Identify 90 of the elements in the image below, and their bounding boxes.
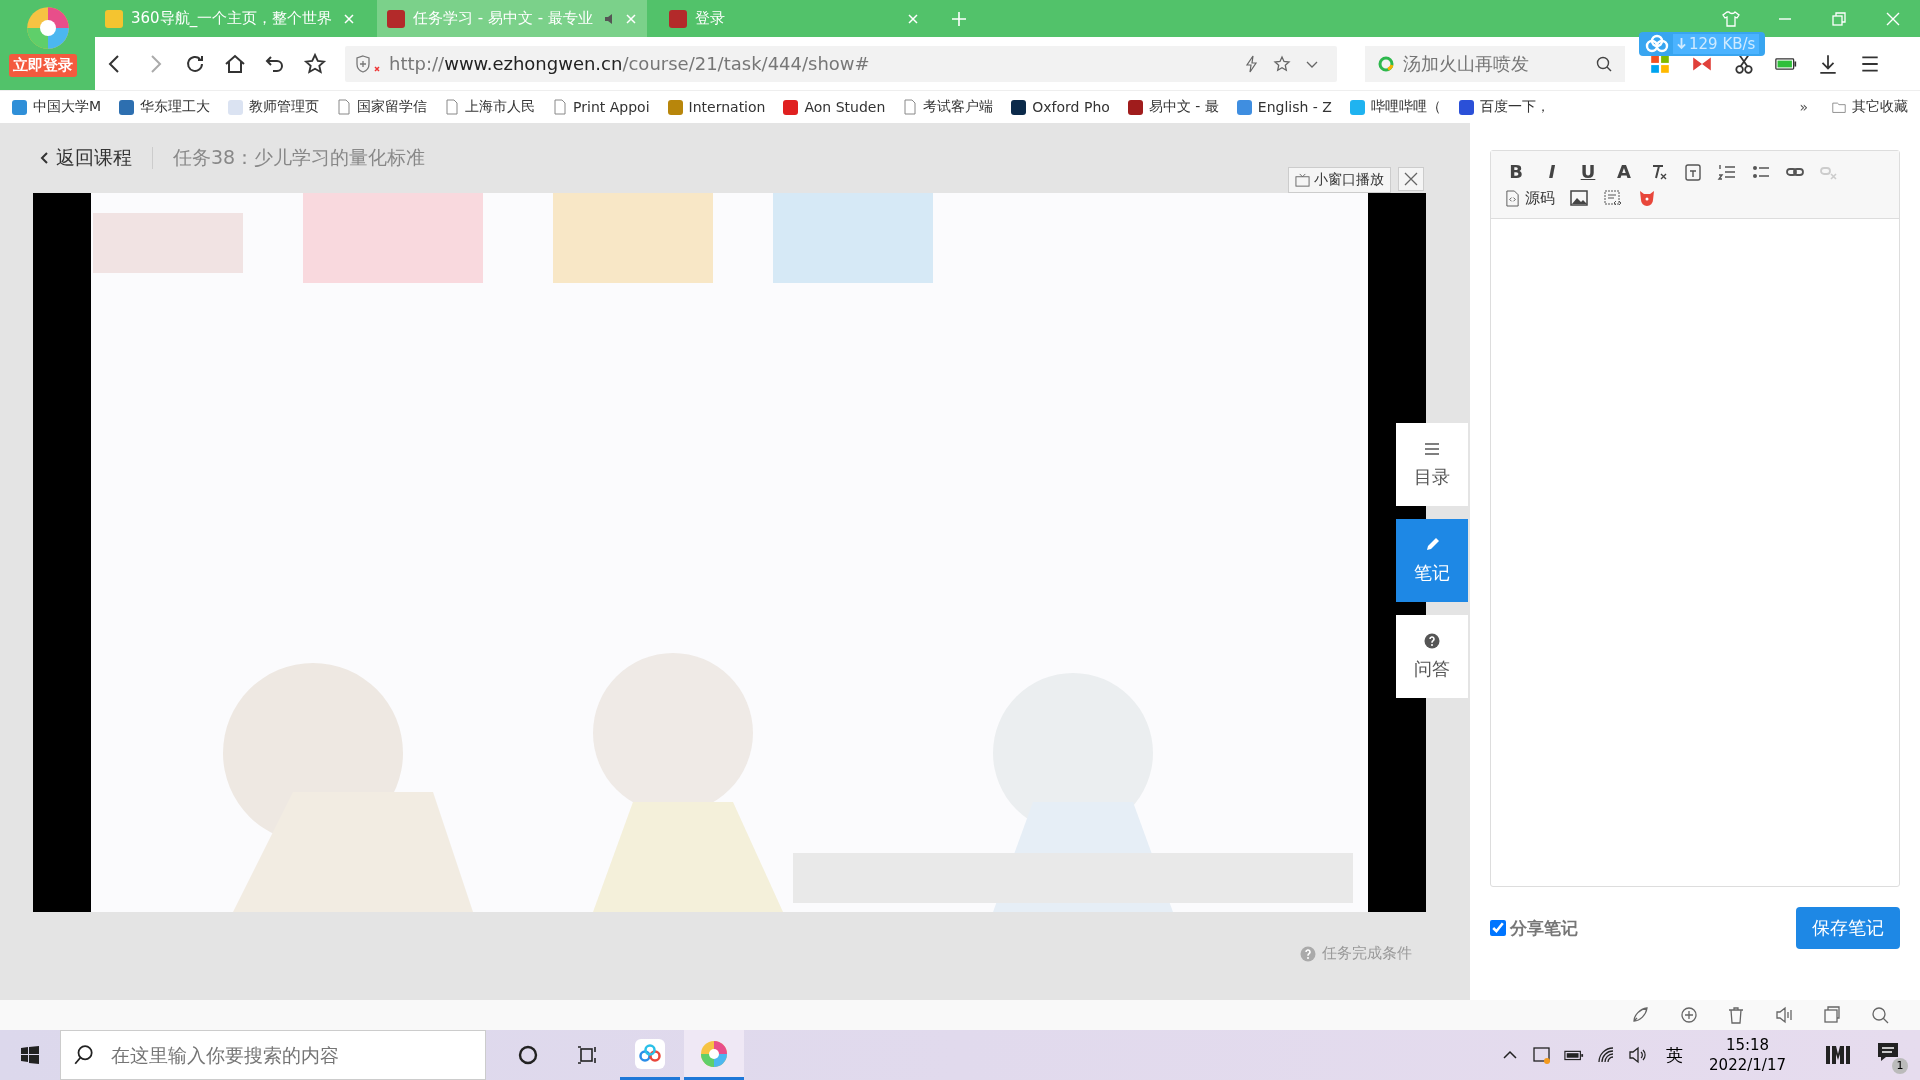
site-icon xyxy=(1127,99,1143,115)
bookmark[interactable]: Oxford Pho xyxy=(1011,99,1110,115)
bookmark-folder[interactable]: 其它收藏 xyxy=(1832,98,1908,116)
close-icon[interactable] xyxy=(1398,167,1424,191)
input-method-indicator[interactable]: 英 xyxy=(1666,1043,1684,1067)
search-icon[interactable] xyxy=(1595,54,1613,73)
bookmark[interactable]: 国家留学信 xyxy=(337,98,428,116)
side-tab[interactable]: 笔记 xyxy=(1396,519,1468,602)
list-icon xyxy=(1424,440,1440,457)
site-icon xyxy=(1458,99,1474,115)
page-icon xyxy=(337,99,352,115)
back-link[interactable]: 返回课程 xyxy=(56,145,132,171)
search-engine-icon xyxy=(1377,54,1395,73)
bookmark[interactable]: Print Appoi xyxy=(553,99,650,115)
search-box[interactable]: 汤加火山再喷发 xyxy=(1365,45,1625,82)
cortana-icon[interactable] xyxy=(516,1043,540,1067)
volume-icon[interactable] xyxy=(1774,1005,1794,1025)
side-tab[interactable]: 问答 xyxy=(1396,615,1468,698)
search-icon xyxy=(73,1044,95,1066)
site-icon xyxy=(1011,99,1027,115)
taskbar-app[interactable] xyxy=(684,1030,744,1080)
page-icon xyxy=(445,99,460,115)
page-icon xyxy=(903,99,918,115)
bookmark[interactable]: 哔哩哔哩（ xyxy=(1349,98,1441,116)
task-title: 任务38：少儿学习的量化标准 xyxy=(173,145,426,170)
sync-icon[interactable] xyxy=(1532,1045,1553,1065)
bookmark[interactable]: 易中文 - 最 xyxy=(1127,98,1219,116)
bookmark[interactable]: 教师管理页 xyxy=(228,98,320,116)
site-icon xyxy=(1236,99,1252,115)
site-icon xyxy=(12,99,27,115)
site-icon xyxy=(669,9,687,28)
search-input[interactable]: 汤加火山再喷发 xyxy=(1401,52,1589,75)
site-icon xyxy=(783,99,799,115)
share-note-checkbox[interactable] xyxy=(1490,920,1506,936)
bookmark[interactable]: English - Z xyxy=(1236,99,1332,115)
bookmark[interactable]: 上海市人民 xyxy=(445,98,536,116)
speaker-icon[interactable] xyxy=(1628,1045,1649,1065)
cloud-app-icon xyxy=(635,1038,665,1069)
more-bookmarks[interactable]: » xyxy=(1799,99,1808,115)
download-speed: 129 KB/s xyxy=(1689,34,1756,53)
format-button[interactable]: B xyxy=(1505,161,1527,182)
question-icon xyxy=(1300,945,1316,962)
chevron-left-icon[interactable] xyxy=(40,151,50,165)
download-icon[interactable] xyxy=(1817,52,1839,75)
bookmark[interactable]: 考试客户端 xyxy=(903,98,994,116)
format-button[interactable]: I xyxy=(1541,161,1563,182)
bookmark[interactable]: Aon Studen xyxy=(783,99,886,115)
windows-start-icon[interactable] xyxy=(20,1045,40,1065)
image-icon[interactable] xyxy=(1569,188,1589,208)
site-icon xyxy=(228,99,244,115)
site-icon xyxy=(667,99,683,115)
save-note-button[interactable]: 保存笔记 xyxy=(1796,907,1900,949)
format-button[interactable]: A xyxy=(1613,161,1635,182)
code-file-icon xyxy=(1505,189,1520,207)
notification-count: 1 xyxy=(1892,1058,1908,1074)
tv-icon xyxy=(1295,172,1310,188)
zoom-icon[interactable] xyxy=(1870,1005,1890,1025)
app-logo-icon[interactable] xyxy=(1824,1043,1852,1067)
question-icon xyxy=(1424,632,1440,649)
side-tab[interactable]: 目录 xyxy=(1396,423,1468,506)
bookmark[interactable]: 华东理工大 xyxy=(119,98,211,116)
cloud-icon xyxy=(1645,33,1669,54)
trash-icon[interactable] xyxy=(1726,1005,1746,1025)
bookmark[interactable]: 百度一下， xyxy=(1458,98,1550,116)
address-bar[interactable]: http://www.ezhongwen.cn/course/21/task/444/show# xyxy=(345,45,1337,82)
folder-icon xyxy=(1832,99,1846,115)
site-icon xyxy=(1349,99,1365,115)
pencil-icon xyxy=(1424,536,1440,553)
mini-player-button[interactable]: 小窗口播放 xyxy=(1288,167,1391,193)
paste-text-icon[interactable] xyxy=(1683,161,1703,182)
source-button[interactable]: 源码 xyxy=(1505,188,1555,208)
site-icon xyxy=(119,99,135,115)
mascot-icon[interactable] xyxy=(1637,188,1657,208)
taskbar-clock[interactable]: 15:18 2022/1/17 xyxy=(1709,1035,1786,1075)
page-icon xyxy=(553,99,568,115)
site-icon xyxy=(105,9,123,28)
window-icon[interactable] xyxy=(1822,1005,1842,1025)
format-button[interactable]: U xyxy=(1577,161,1599,182)
taskbar-search-field[interactable]: 在这里输入你要搜索的内容 xyxy=(60,1030,486,1080)
taskbar-search-input[interactable]: 在这里输入你要搜索的内容 xyxy=(109,1043,485,1067)
bookmark[interactable]: Internation xyxy=(667,99,766,115)
browser-logo-icon xyxy=(699,1038,729,1069)
star-icon[interactable] xyxy=(1273,54,1291,73)
add-circle-icon[interactable] xyxy=(1678,1005,1698,1025)
download-arrow-icon xyxy=(1677,37,1686,50)
bookmark[interactable]: 中国大学M xyxy=(12,98,102,116)
star-icon[interactable] xyxy=(303,51,327,76)
site-icon xyxy=(387,9,405,28)
share-note-label[interactable]: 分享笔记 xyxy=(1510,916,1578,940)
shield-icon xyxy=(355,54,381,73)
